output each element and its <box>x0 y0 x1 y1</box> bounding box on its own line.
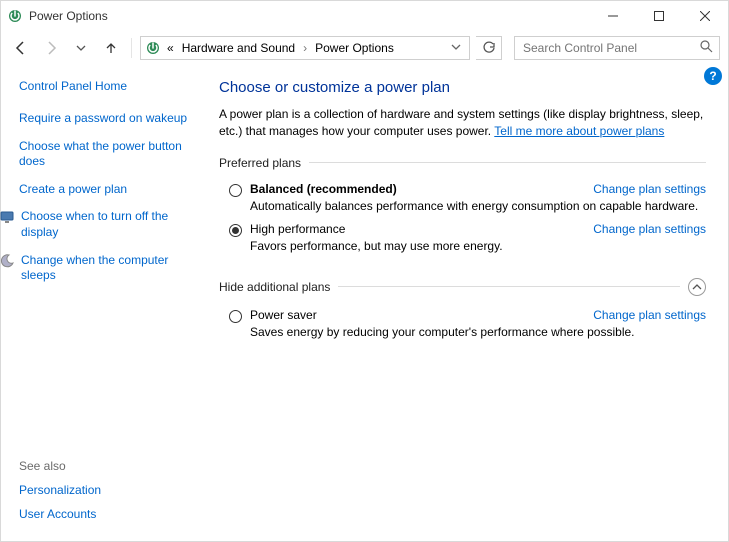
preferred-plans-label: Preferred plans <box>219 156 706 170</box>
plan-power-saver: Power saver Change plan settings Saves e… <box>219 300 706 340</box>
maximize-button[interactable] <box>636 1 682 31</box>
section-label-text: Hide additional plans <box>219 280 330 294</box>
radio-power-saver[interactable] <box>229 310 242 323</box>
plan-name: High performance <box>250 222 345 236</box>
radio-high-performance[interactable] <box>229 224 242 237</box>
sidebar-link-create-plan[interactable]: Create a power plan <box>19 182 201 198</box>
see-also-user-accounts[interactable]: User Accounts <box>19 507 201 521</box>
refresh-button[interactable] <box>476 36 502 60</box>
chevron-right-icon[interactable]: › <box>301 41 309 55</box>
plan-name: Power saver <box>250 308 317 322</box>
help-icon[interactable]: ? <box>704 67 722 85</box>
page-description: A power plan is a collection of hardware… <box>219 106 706 140</box>
sidebar-link-require-password[interactable]: Require a password on wakeup <box>19 111 201 127</box>
change-plan-settings-link[interactable]: Change plan settings <box>593 308 706 322</box>
radio-balanced[interactable] <box>229 184 242 197</box>
tell-me-more-link[interactable]: Tell me more about power plans <box>494 124 664 138</box>
breadcrumb-power-options[interactable]: Power Options <box>313 41 396 55</box>
address-bar[interactable]: « Hardware and Sound › Power Options <box>140 36 470 60</box>
up-button[interactable] <box>99 36 123 60</box>
collapse-icon[interactable] <box>688 278 706 296</box>
plan-description: Automatically balances performance with … <box>250 198 706 214</box>
change-plan-settings-link[interactable]: Change plan settings <box>593 182 706 196</box>
breadcrumb-hardware-sound[interactable]: Hardware and Sound <box>180 41 297 55</box>
see-also-label: See also <box>19 459 201 473</box>
window-title: Power Options <box>29 9 108 23</box>
title-bar: Power Options <box>1 1 728 31</box>
sidebar-link-label: Create a power plan <box>19 182 201 198</box>
search-box[interactable] <box>514 36 720 60</box>
sidebar-link-label: Choose when to turn off the display <box>21 209 201 240</box>
plan-description: Favors performance, but may use more ene… <box>250 238 706 254</box>
hide-additional-plans-label[interactable]: Hide additional plans <box>219 278 706 296</box>
forward-button[interactable] <box>39 36 63 60</box>
breadcrumb-prefix[interactable]: « <box>165 41 176 55</box>
recent-locations-button[interactable] <box>69 36 93 60</box>
sidebar-link-computer-sleeps[interactable]: Change when the computer sleeps <box>19 253 201 284</box>
section-label-text: Preferred plans <box>219 156 301 170</box>
minimize-button[interactable] <box>590 1 636 31</box>
sidebar: Control Panel Home Require a password on… <box>1 65 211 541</box>
page-title: Choose or customize a power plan <box>219 79 706 96</box>
sidebar-link-turn-off-display[interactable]: Choose when to turn off the display <box>19 209 201 240</box>
moon-icon <box>0 253 15 269</box>
power-options-icon <box>145 40 161 56</box>
plan-high-performance: High performance Change plan settings Fa… <box>219 214 706 254</box>
back-button[interactable] <box>9 36 33 60</box>
sidebar-link-label: Require a password on wakeup <box>19 111 201 127</box>
search-input[interactable] <box>521 40 713 56</box>
main-content: ? Choose or customize a power plan A pow… <box>211 65 728 541</box>
close-button[interactable] <box>682 1 728 31</box>
change-plan-settings-link[interactable]: Change plan settings <box>593 222 706 236</box>
power-options-icon <box>7 8 23 24</box>
sidebar-link-power-button[interactable]: Choose what the power button does <box>19 139 201 170</box>
plan-balanced: Balanced (recommended) Change plan setti… <box>219 174 706 214</box>
see-also-personalization[interactable]: Personalization <box>19 483 201 497</box>
display-icon <box>0 209 15 225</box>
window-controls <box>590 1 728 31</box>
sidebar-link-label: Choose what the power button does <box>19 139 201 170</box>
navigation-toolbar: « Hardware and Sound › Power Options <box>1 31 728 65</box>
control-panel-home-link[interactable]: Control Panel Home <box>19 79 201 93</box>
search-icon[interactable] <box>700 40 713 56</box>
plan-name: Balanced (recommended) <box>250 182 397 196</box>
plan-description: Saves energy by reducing your computer's… <box>250 324 706 340</box>
address-dropdown-icon[interactable] <box>447 41 465 55</box>
sidebar-link-label: Change when the computer sleeps <box>21 253 201 284</box>
